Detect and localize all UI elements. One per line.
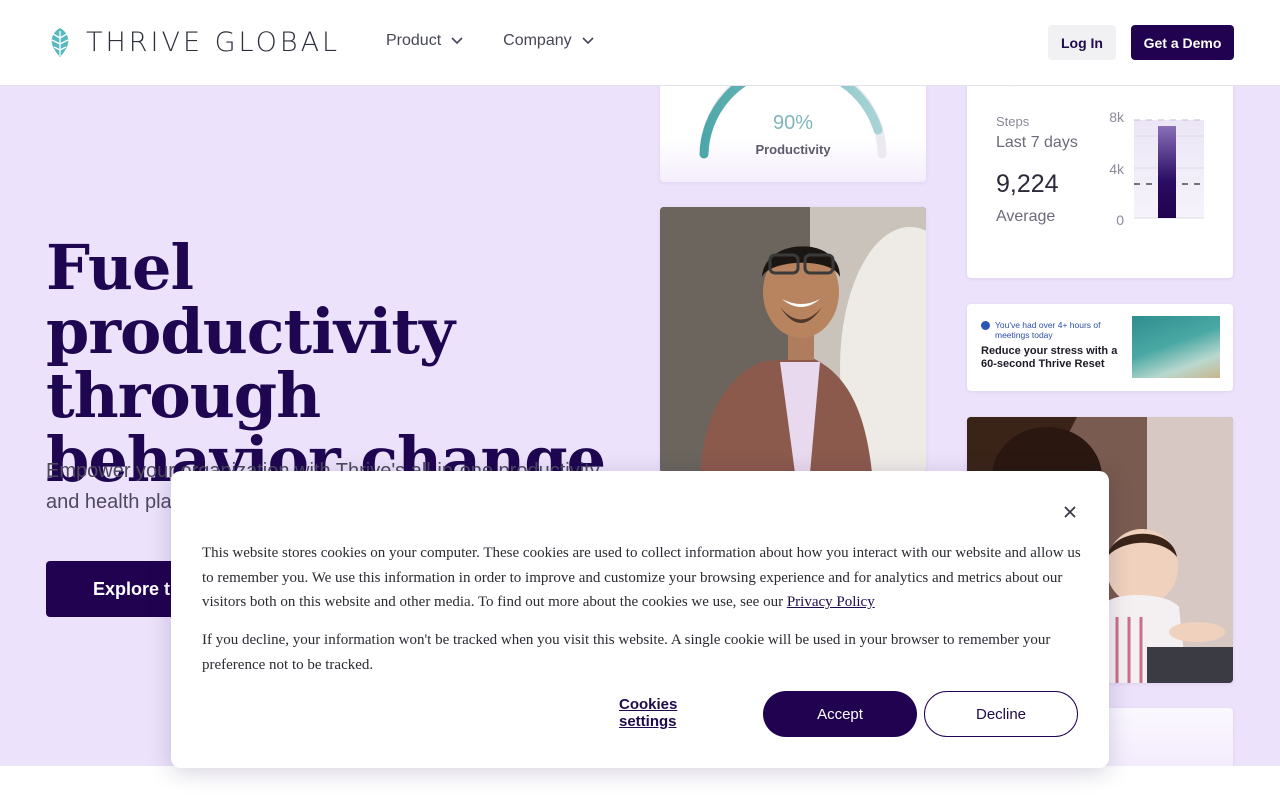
photo-smiling-man: [660, 207, 926, 473]
steps-card: Steps Last 7 days 9,224 Average 8k 4k 0: [967, 86, 1233, 278]
info-icon: [981, 321, 990, 330]
man-illustration: [660, 207, 926, 473]
cookie-description: This website stores cookies on your comp…: [202, 541, 1082, 615]
main-nav: Product Company: [386, 32, 594, 50]
productivity-gauge-card: 90% Productivity: [660, 86, 926, 182]
thrive-reset-card[interactable]: You've had over 4+ hours of meetings tod…: [967, 304, 1233, 391]
gauge-value: 90%: [772, 112, 814, 134]
cookie-consent-dialog: This website stores cookies on your comp…: [171, 471, 1109, 768]
chevron-down-icon: [582, 37, 594, 45]
ocean-thumbnail: [1132, 316, 1220, 378]
meetings-notice: You've had over 4+ hours of meetings tod…: [981, 320, 1121, 340]
nav-product[interactable]: Product: [386, 32, 463, 50]
nav-product-label: Product: [386, 32, 442, 49]
login-button[interactable]: Log In: [1048, 25, 1116, 60]
nav-company[interactable]: Company: [503, 32, 594, 50]
decline-button[interactable]: Decline: [924, 691, 1078, 737]
site-header: THRIVE GLOBAL Product Company Log In Get…: [0, 0, 1280, 86]
cookies-settings-button[interactable]: Cookies settings: [619, 696, 739, 730]
nav-company-label: Company: [503, 32, 572, 49]
cookie-decline-note: If you decline, your information won't b…: [202, 632, 1051, 673]
chevron-down-icon: [451, 37, 463, 45]
close-icon[interactable]: [1061, 503, 1079, 521]
leaf-logo-icon: [51, 28, 69, 57]
hero-title: Fuel productivity through behavior chang…: [46, 231, 606, 496]
steps-bar-chart: [1009, 86, 1204, 219]
gauge-label: Productivity: [755, 142, 831, 157]
accept-button[interactable]: Accept: [763, 691, 917, 737]
get-demo-button[interactable]: Get a Demo: [1131, 25, 1234, 60]
cookie-description-text: This website stores cookies on your comp…: [202, 545, 1081, 610]
privacy-policy-link[interactable]: Privacy Policy: [787, 594, 875, 610]
reset-title: Reduce your stress with a 60-second Thri…: [981, 345, 1118, 370]
thrive-logo[interactable]: THRIVE GLOBAL: [46, 26, 340, 59]
meetings-notice-text: You've had over 4+ hours of meetings tod…: [995, 320, 1101, 340]
logo-wordmark: THRIVE GLOBAL: [86, 27, 341, 58]
